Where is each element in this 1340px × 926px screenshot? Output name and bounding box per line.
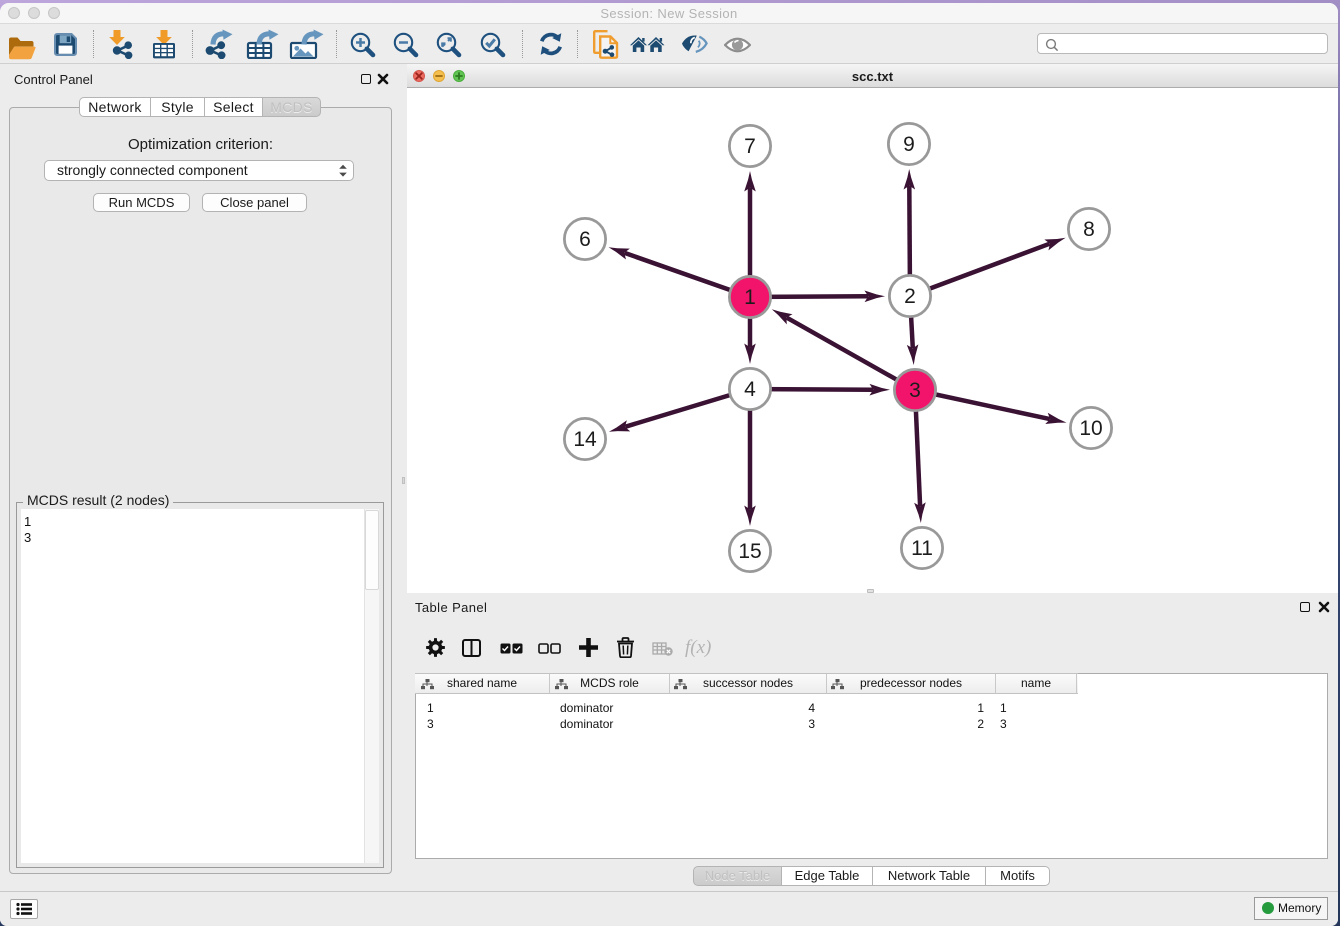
svg-text:11: 11 — [911, 537, 933, 560]
svg-text:10: 10 — [1079, 417, 1102, 440]
svg-text:2: 2 — [904, 285, 916, 308]
svg-text:7: 7 — [744, 135, 756, 158]
svg-text:15: 15 — [738, 540, 761, 563]
svg-text:4: 4 — [744, 378, 756, 401]
svg-text:6: 6 — [579, 228, 591, 251]
svg-text:3: 3 — [909, 379, 921, 402]
svg-text:8: 8 — [1083, 218, 1095, 241]
svg-text:1: 1 — [744, 286, 756, 309]
svg-text:9: 9 — [903, 133, 915, 156]
svg-text:14: 14 — [573, 428, 597, 451]
